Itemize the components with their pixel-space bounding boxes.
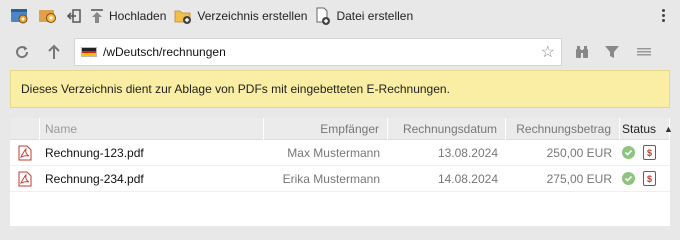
invoice-amount: 275,00 EUR <box>546 171 612 186</box>
invoice-dollar-icon[interactable]: $ <box>643 171 656 186</box>
up-button[interactable] <box>44 42 64 62</box>
notice-text: Dieses Verzeichnis dient zur Ablage von … <box>21 82 450 96</box>
create-folder-label: Verzeichnis erstellen <box>197 9 308 23</box>
file-name[interactable]: Rechnung-234.pdf <box>40 172 264 186</box>
create-file-button[interactable]: Datei erstellen <box>315 4 413 28</box>
refresh-icon <box>16 46 29 59</box>
settings-orange-button[interactable] <box>38 4 58 28</box>
settings-orange-icon <box>39 10 56 23</box>
settings-blue-icon <box>11 9 28 24</box>
table-header: Name Empfänger Rechnungsdatum Rechnungsb… <box>10 117 673 140</box>
header-date[interactable]: Rechnungsdatum <box>388 117 506 140</box>
pdf-file-icon <box>18 145 32 160</box>
pdf-cell <box>10 145 40 161</box>
toolbar: Hochladen Verzeichnis erstellen Datei er… <box>0 0 680 32</box>
new-folder-icon <box>174 10 192 24</box>
upload-label: Hochladen <box>109 9 167 23</box>
refresh-button[interactable] <box>12 42 32 62</box>
pdf-file-icon <box>18 171 32 186</box>
upload-button[interactable]: Hochladen <box>90 4 166 28</box>
filter-icon <box>605 46 619 58</box>
list-view-button[interactable] <box>634 42 654 62</box>
new-file-icon <box>316 7 331 25</box>
check-circle-icon <box>622 172 635 185</box>
invoice-dollar-icon[interactable]: $ <box>643 145 656 160</box>
status-cell: $ <box>620 171 670 186</box>
header-status-cell[interactable]: Status ▲ <box>620 117 673 140</box>
settings-blue-button[interactable] <box>10 4 30 28</box>
logout-icon <box>66 9 81 23</box>
flag-de-icon <box>81 47 97 57</box>
binoculars-button[interactable] <box>572 42 592 62</box>
upload-icon <box>91 9 103 23</box>
recipient: Max Mustermann <box>287 145 380 160</box>
up-arrow-icon <box>48 44 60 59</box>
header-recipient[interactable]: Empfänger <box>264 117 388 140</box>
address-row: /wDeutsch/rechnungen ☆ <box>0 38 680 66</box>
file-name[interactable]: Rechnung-123.pdf <box>40 146 264 160</box>
header-status: Status <box>622 121 657 136</box>
file-table: Name Empfänger Rechnungsdatum Rechnungsb… <box>10 117 673 226</box>
pdf-cell <box>10 171 40 187</box>
sort-asc-icon: ▲ <box>664 123 673 134</box>
address-bar[interactable]: /wDeutsch/rechnungen ☆ <box>74 38 562 66</box>
info-notice: Dieses Verzeichnis dient zur Ablage von … <box>10 70 670 108</box>
more-vertical-icon[interactable] <box>660 7 666 25</box>
create-file-label: Datei erstellen <box>336 9 414 23</box>
invoice-date: 13.08.2024 <box>437 145 498 160</box>
header-amount[interactable]: Rechnungsbetrag <box>506 117 620 140</box>
table-row[interactable]: Rechnung-123.pdf Max Mustermann 13.08.20… <box>10 140 670 166</box>
header-name[interactable]: Name <box>40 117 264 140</box>
create-folder-button[interactable]: Verzeichnis erstellen <box>174 4 307 28</box>
binoculars-icon <box>576 46 588 58</box>
check-circle-icon <box>622 146 635 159</box>
list-view-icon <box>637 48 651 56</box>
recipient: Erika Mustermann <box>282 171 380 186</box>
status-cell: $ <box>620 145 670 160</box>
filter-button[interactable] <box>602 42 622 62</box>
star-icon[interactable]: ☆ <box>541 42 555 62</box>
table-row[interactable]: Rechnung-234.pdf Erika Mustermann 14.08.… <box>10 166 670 192</box>
invoice-amount: 250,00 EUR <box>546 145 612 160</box>
invoice-date: 14.08.2024 <box>437 171 498 186</box>
header-icon-cell <box>10 117 40 140</box>
address-path: /wDeutsch/rechnungen <box>103 45 226 59</box>
logout-button[interactable] <box>66 4 82 28</box>
